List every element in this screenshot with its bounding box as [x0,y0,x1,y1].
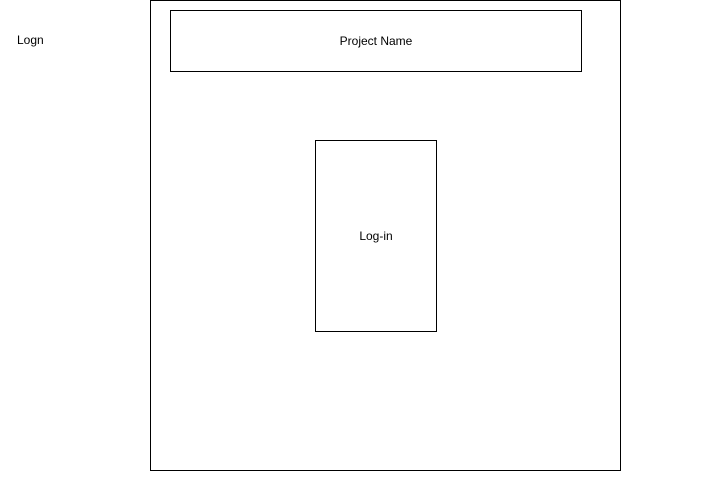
page-label: Logn [17,33,44,47]
wireframe-frame: Project Name Log-in [150,0,621,471]
project-name-header: Project Name [170,10,582,72]
project-name-label: Project Name [339,34,413,48]
login-panel[interactable]: Log-in [315,140,437,332]
login-panel-label: Log-in [359,229,393,243]
